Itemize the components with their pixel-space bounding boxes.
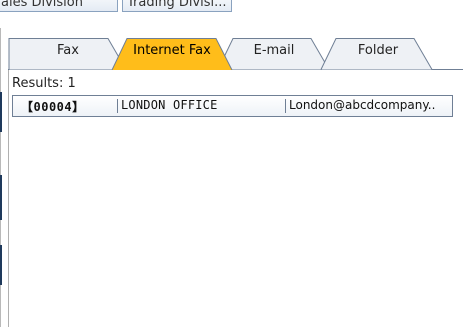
tab-folder-label: Folder [357,43,399,58]
tab-fax-label: Fax [57,43,79,58]
destination-name: LONDON OFFICE [121,98,218,112]
left-accent-bar [0,245,2,285]
left-accent-bar [0,175,2,220]
division-button-sales[interactable]: ales Division [0,0,118,12]
column-divider [117,99,118,113]
column-divider [285,99,286,113]
destination-row[interactable]: 【00004】 LONDON OFFICE London@abcdcompany… [12,95,453,117]
destination-type-tabs: Fax Internet Fax E-mail Folder [8,36,463,70]
destination-email: London@abcdcompany.. [289,98,436,112]
left-accent-bar [0,92,2,132]
address-book-screen: ales Division Trading Divisi... Fax Inte… [0,0,463,327]
results-count: Results: 1 [12,76,76,91]
tab-email-label: E-mail [253,43,295,58]
tab-internet-fax-label: Internet Fax [133,43,211,58]
destination-registration-number: 【00004】 [21,100,85,114]
division-button-trading[interactable]: Trading Divisi... [122,0,232,12]
